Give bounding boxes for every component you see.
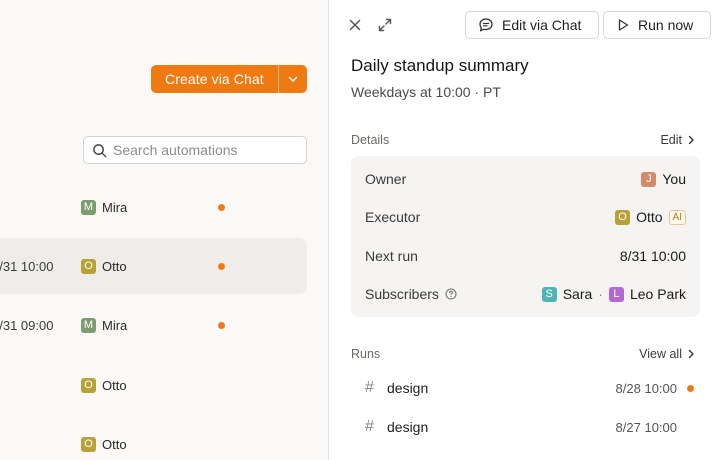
row-owner: O Otto [81, 377, 127, 393]
chevron-right-icon [688, 135, 694, 145]
expand-icon [378, 18, 392, 32]
run-item[interactable]: # design 8/28 10:00 [365, 378, 694, 398]
subscribers-row: Subscribers S Sara · L Leo Park [365, 284, 686, 304]
row-owner-name: Otto [102, 377, 127, 393]
subscribers-value: S Sara · L Leo Park [541, 286, 686, 302]
next-run-value: 8/31 10:00 [619, 248, 686, 264]
close-icon [349, 19, 361, 31]
automations-list-panel: Create via Chat M Mira 8/31 10:00 O Otto… [0, 0, 329, 460]
owner-value: J You [641, 171, 686, 187]
row-owner: O Otto [81, 258, 127, 274]
create-options-dropdown[interactable] [278, 65, 307, 93]
ai-badge: AI [668, 209, 686, 225]
row-date: 8/31 10:00 [0, 258, 54, 274]
owner-row: Owner J You [365, 169, 686, 189]
run-now-button[interactable]: Run now [603, 11, 711, 39]
subscriber-name: Sara [562, 286, 593, 302]
play-icon [618, 19, 629, 31]
row-owner-name: Otto [102, 436, 127, 452]
run-channel: design [387, 419, 429, 435]
channel-hash-icon: # [365, 379, 374, 396]
automation-row[interactable]: 8/31 09:00 M Mira [0, 297, 307, 353]
row-owner: O Otto [81, 436, 127, 452]
avatar: O [81, 436, 96, 452]
search-input[interactable] [113, 142, 293, 158]
avatar: O [81, 258, 96, 274]
unread-dot [218, 262, 225, 270]
run-item[interactable]: # design 8/27 10:00 [365, 417, 694, 437]
avatar: L [608, 286, 624, 302]
run-channel: design [387, 380, 429, 396]
expand-button[interactable] [375, 15, 395, 35]
run-time: 8/27 10:00 [615, 419, 677, 435]
executor-row: Executor O Otto AI [365, 207, 686, 227]
subscribers-label: Subscribers [365, 286, 439, 302]
unread-dot [218, 203, 225, 211]
edit-link-label: Edit [660, 133, 682, 147]
row-owner: M Mira [81, 317, 128, 333]
channel-hash-icon: # [365, 418, 374, 435]
chevron-right-icon [688, 349, 694, 359]
edit-details-link[interactable]: Edit [660, 133, 696, 147]
row-owner-name: Mira [102, 317, 128, 333]
create-via-chat-label: Create via Chat [165, 71, 264, 87]
close-button[interactable] [345, 15, 365, 35]
subscriber-name: Leo Park [629, 286, 686, 302]
row-owner: M Mira [81, 199, 128, 215]
subscriber-separator: · [598, 286, 603, 302]
avatar: M [81, 317, 96, 333]
view-all-runs-link[interactable]: View all [639, 347, 696, 361]
avatar: S [541, 286, 557, 302]
executor-value: O Otto AI [615, 209, 686, 225]
automation-row[interactable]: O Otto [0, 416, 307, 460]
owner-label: Owner [365, 171, 407, 187]
runs-section-label: Runs [351, 347, 381, 361]
run-time: 8/28 10:00 [615, 380, 677, 396]
automation-row[interactable]: O Otto [0, 357, 307, 413]
executor-name: Otto [636, 209, 663, 225]
executor-label: Executor [365, 209, 421, 225]
chat-bubble-icon [479, 18, 493, 32]
subscribers-label-group: Subscribers [365, 286, 457, 302]
edit-via-chat-label: Edit via Chat [502, 17, 582, 33]
owner-name: You [662, 171, 686, 187]
run-status-placeholder [687, 424, 694, 431]
automation-title: Daily standup summary [351, 56, 529, 75]
unread-dot [218, 321, 225, 329]
search-automations-field[interactable] [83, 136, 307, 164]
next-run-label: Next run [365, 248, 418, 264]
avatar: J [641, 171, 657, 187]
edit-via-chat-button[interactable]: Edit via Chat [465, 11, 599, 39]
avatar: O [615, 209, 631, 225]
unread-dot [687, 384, 694, 392]
next-run-row: Next run 8/31 10:00 [365, 246, 686, 266]
row-date: 8/31 09:00 [0, 317, 54, 333]
details-section-label: Details [351, 133, 390, 147]
avatar: M [81, 199, 96, 215]
search-icon [93, 143, 107, 157]
avatar: O [81, 377, 96, 393]
details-card: Owner J You Executor O Otto AI Next run … [351, 156, 700, 317]
automation-row[interactable]: M Mira [0, 179, 307, 235]
create-via-chat-button[interactable]: Create via Chat [151, 65, 307, 93]
help-circle-icon[interactable] [445, 288, 457, 300]
automation-detail-panel: Edit via Chat Run now Daily standup summ… [328, 0, 720, 460]
view-all-label: View all [639, 347, 682, 361]
automation-schedule: Weekdays at 10:00 · PT [351, 84, 501, 100]
chevron-down-icon [288, 76, 298, 82]
row-owner-name: Mira [102, 199, 128, 215]
automation-row-selected[interactable]: 8/31 10:00 O Otto [0, 238, 307, 294]
row-owner-name: Otto [102, 258, 127, 274]
run-now-label: Run now [638, 17, 694, 33]
